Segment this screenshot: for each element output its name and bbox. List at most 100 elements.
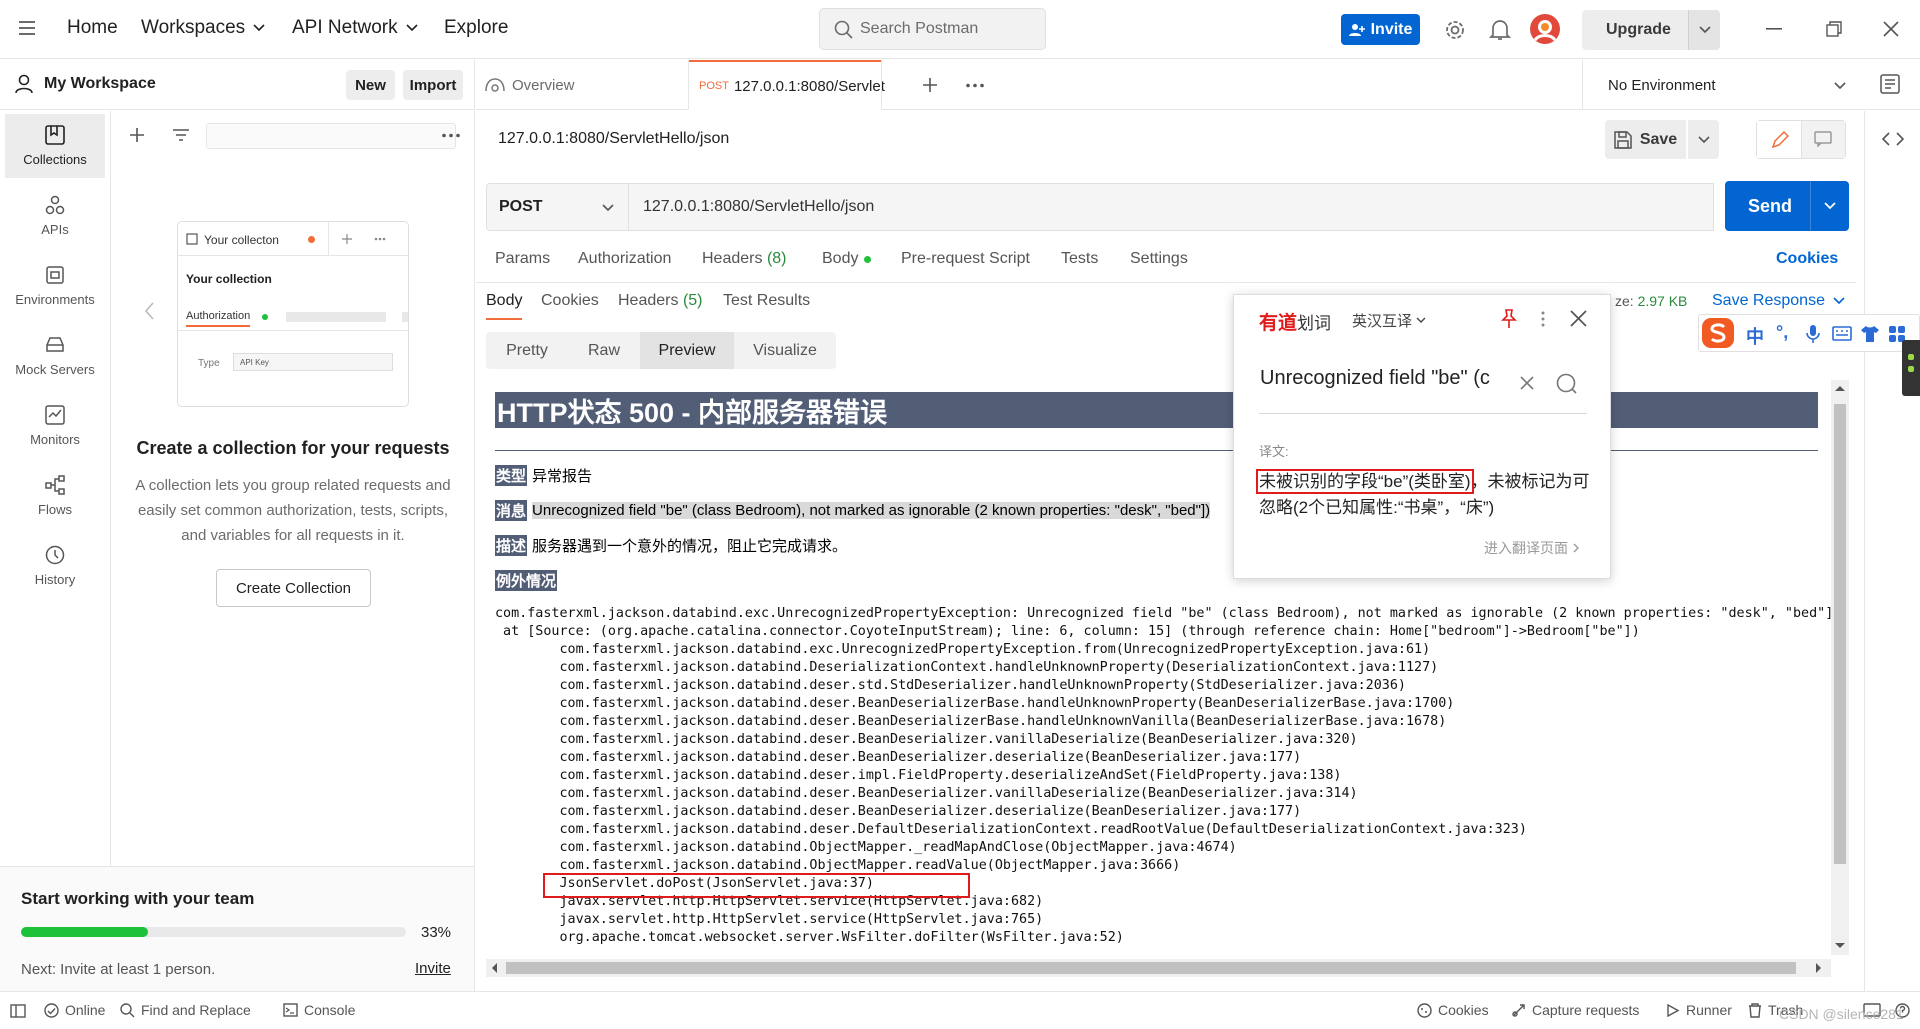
request-title[interactable]: 127.0.0.1:8080/ServletHello/json [498, 130, 729, 148]
flows-icon [45, 475, 65, 495]
tab-tests[interactable]: Tests [1061, 250, 1098, 268]
nav-flows[interactable]: Flows [5, 464, 105, 528]
nav-apis[interactable]: APIs [5, 184, 105, 248]
view-preview[interactable]: Preview [640, 332, 734, 369]
empty-state-title: Create a collection for your requests [136, 438, 450, 458]
online-status[interactable]: Online [44, 1002, 105, 1018]
search-input[interactable]: Search Postman [819, 8, 1046, 50]
nav-history[interactable]: History [5, 534, 105, 598]
skin-icon[interactable] [1860, 325, 1880, 343]
comments-button[interactable] [1802, 121, 1845, 158]
team-progress-bar [21, 927, 149, 937]
nav-collections[interactable]: Collections [5, 114, 105, 178]
tab-request[interactable]: POST 127.0.0.1:8080/Servlet [689, 60, 885, 110]
code-icon[interactable] [1882, 131, 1904, 147]
more-icon[interactable] [966, 83, 984, 88]
nav-environments[interactable]: Environments [5, 254, 105, 318]
youdao-mode-select[interactable]: 英汉互译 [1352, 310, 1426, 331]
toggle-sidebar-icon[interactable] [10, 1004, 26, 1018]
resp-tab-cookies[interactable]: Cookies [541, 292, 599, 310]
sogou-logo-icon[interactable] [1701, 317, 1735, 349]
settings-icon[interactable] [1443, 18, 1467, 42]
vertical-scrollbar[interactable] [1831, 380, 1849, 955]
view-raw[interactable]: Raw [568, 332, 640, 369]
environment-select[interactable]: No Environment [1582, 60, 1865, 110]
nav-monitors[interactable]: Monitors [5, 394, 105, 458]
horizontal-scrollbar[interactable] [486, 959, 1831, 977]
chevron-down-icon[interactable] [1824, 202, 1836, 210]
keyboard-icon[interactable] [1832, 326, 1852, 341]
save-dropdown[interactable] [1688, 120, 1719, 159]
url-input[interactable]: 127.0.0.1:8080/ServletHello/json [629, 183, 1714, 231]
youdao-more-link[interactable]: 进入翻译页面 [1484, 538, 1579, 558]
resp-tab-body[interactable]: Body [486, 292, 522, 310]
scroll-down-icon[interactable] [1835, 943, 1845, 949]
comment-icon [1814, 131, 1832, 147]
more-vertical-icon[interactable] [1541, 311, 1545, 327]
edit-mode-button[interactable] [1757, 121, 1802, 158]
save-response-button[interactable]: Save Response [1712, 292, 1845, 310]
tab-params[interactable]: Params [495, 250, 550, 268]
nav-api-network[interactable]: API Network [292, 17, 418, 39]
notifications-icon[interactable] [1489, 18, 1511, 42]
scroll-thumb[interactable] [506, 962, 1796, 974]
create-collection-button[interactable]: Create Collection [216, 569, 371, 607]
microphone-icon[interactable] [1806, 324, 1820, 344]
find-replace-button[interactable]: Find and Replace [120, 1002, 251, 1018]
apis-icon [45, 195, 65, 215]
filter-icon[interactable] [172, 128, 190, 142]
save-button[interactable]: Save [1605, 120, 1686, 159]
tab-authorization[interactable]: Authorization [578, 250, 671, 268]
view-visualize[interactable]: Visualize [734, 332, 836, 369]
nav-workspaces[interactable]: Workspaces [141, 17, 265, 39]
nav-home[interactable]: Home [67, 17, 118, 39]
cookies-link[interactable]: Cookies [1776, 250, 1838, 268]
tab-settings[interactable]: Settings [1130, 250, 1188, 268]
tab-prerequest[interactable]: Pre-request Script [901, 250, 1030, 268]
nav-explore[interactable]: Explore [444, 17, 508, 39]
clear-icon[interactable] [1520, 376, 1534, 390]
restore-icon[interactable] [1826, 21, 1842, 37]
workspace-title[interactable]: My Workspace [44, 75, 156, 93]
add-icon[interactable] [129, 127, 145, 143]
console-button[interactable]: Console [283, 1002, 355, 1018]
tab-body[interactable]: Body [822, 250, 872, 268]
import-button[interactable]: Import [403, 70, 463, 100]
cookies-status-button[interactable]: Cookies [1417, 1002, 1489, 1018]
upgrade-dropdown[interactable] [1688, 10, 1720, 50]
runner-button[interactable]: Runner [1665, 1002, 1732, 1018]
side-widget[interactable] [1902, 340, 1920, 396]
empty-state-description: A collection lets you group related requ… [135, 477, 451, 544]
invite-button[interactable]: Invite [1341, 14, 1420, 45]
scroll-thumb[interactable] [1834, 404, 1846, 864]
close-icon[interactable] [1883, 21, 1899, 37]
menu-icon[interactable] [19, 20, 39, 36]
pin-icon[interactable] [1499, 309, 1519, 329]
minimize-icon[interactable] [1766, 28, 1782, 30]
scroll-up-icon[interactable] [1835, 385, 1845, 391]
more-icon[interactable] [442, 133, 460, 138]
view-pretty[interactable]: Pretty [486, 332, 568, 369]
close-icon[interactable] [1570, 310, 1587, 327]
filter-input[interactable] [206, 123, 456, 149]
chevron-left-icon[interactable] [145, 302, 155, 320]
ime-chinese-mode[interactable]: 中 [1746, 323, 1764, 349]
illus-collection-name: Your collection [186, 272, 272, 286]
environment-quick-look-icon[interactable] [1880, 74, 1900, 94]
avatar[interactable] [1529, 13, 1561, 45]
scroll-right-icon[interactable] [1816, 963, 1822, 973]
resp-tab-headers[interactable]: Headers (5) [618, 292, 703, 310]
ime-punctuation[interactable]: °, [1776, 322, 1788, 343]
resp-tab-test-results[interactable]: Test Results [723, 292, 810, 310]
search-icon[interactable] [1556, 373, 1578, 395]
nav-mock-servers[interactable]: Mock Servers [5, 324, 105, 388]
add-tab-icon[interactable] [922, 77, 938, 93]
new-button[interactable]: New [346, 70, 395, 100]
tab-overview[interactable]: Overview [476, 60, 688, 110]
youdao-query[interactable]: Unrecognized field "be" (c [1260, 367, 1508, 390]
capture-requests-button[interactable]: Capture requests [1511, 1002, 1639, 1018]
method-select[interactable]: POST [486, 183, 629, 231]
tab-headers[interactable]: Headers (8) [702, 250, 787, 268]
scroll-left-icon[interactable] [491, 963, 497, 973]
team-invite-link[interactable]: Invite [415, 960, 451, 977]
